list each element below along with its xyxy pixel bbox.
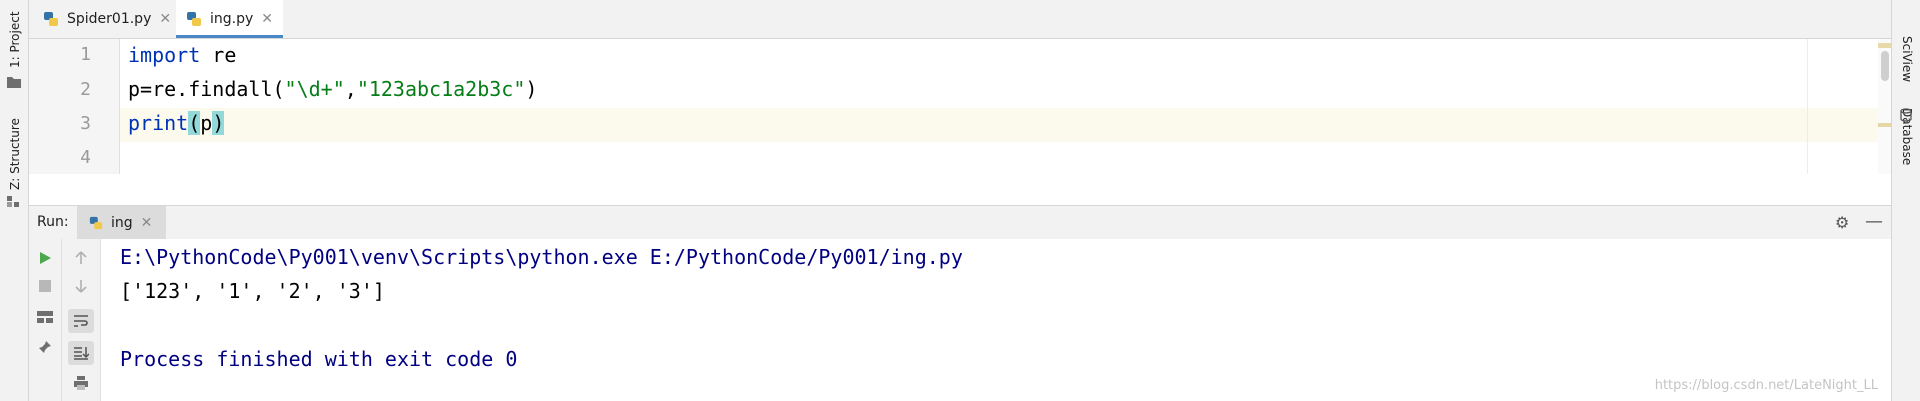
scroll-to-end-button[interactable] [68, 341, 94, 365]
caret-line-marker[interactable] [1878, 123, 1891, 127]
line-number: 4 [80, 147, 91, 168]
string-token: "\d+" [284, 77, 345, 101]
console-command-line: E:\PythonCode\Py001\venv\Scripts\python.… [120, 245, 963, 269]
soft-wrap-button[interactable] [68, 309, 94, 333]
code-token: ) [525, 77, 538, 101]
database-icon[interactable] [1899, 108, 1913, 122]
run-toolbar-secondary [62, 239, 101, 401]
tab-label: Spider01.py [67, 11, 152, 27]
left-tool-strip: 1: Project Z: Structure [0, 0, 29, 401]
current-line-highlight [120, 108, 1891, 142]
close-icon[interactable]: ✕ [261, 11, 273, 27]
project-tool-label: 1: Project [8, 11, 22, 68]
matched-brace: ( [188, 111, 201, 135]
soft-wrap-icon [74, 315, 88, 327]
gear-icon[interactable]: ⚙ [1835, 213, 1849, 232]
code-line-1: import re [128, 43, 236, 67]
code-token: p=re.findall( [128, 77, 285, 101]
run-tab-label: ing [111, 214, 133, 231]
structure-tool-tab[interactable]: Z: Structure [8, 118, 22, 190]
console-output-line: ['123', '1', '2', '3'] [120, 279, 385, 303]
sciview-tool-tab[interactable]: SciView [1900, 36, 1914, 82]
editor-scrollbar[interactable] [1878, 39, 1891, 174]
line-number-gutter: 1 2 3 4 [29, 39, 120, 174]
sciview-tool-label: SciView [1900, 36, 1914, 83]
code-token: p [200, 111, 213, 135]
editor-tab-bar: Spider01.py ✕ ing.py ✕ [29, 0, 1891, 39]
python-file-icon [44, 12, 58, 26]
pin-icon [39, 341, 51, 353]
run-panel-header: Run: ing ✕ ⚙ — [29, 205, 1891, 240]
console-exit-line: Process finished with exit code 0 [120, 347, 518, 371]
scroll-down-button[interactable] [73, 278, 89, 294]
console-output[interactable]: E:\PythonCode\Py001\venv\Scripts\python.… [101, 239, 1891, 401]
layout-button[interactable] [36, 309, 54, 325]
code-token: re [200, 43, 237, 67]
watermark: https://blog.csdn.net/LateNight_LL [1654, 378, 1878, 393]
arrow-down-icon [75, 280, 87, 293]
project-tool-tab[interactable]: 1: Project [8, 11, 22, 68]
minimize-icon[interactable]: — [1865, 211, 1883, 232]
right-tool-strip: SciView Database [1891, 0, 1920, 401]
string-token: "123abc1a2b3c" [356, 77, 526, 101]
inspection-marker[interactable] [1878, 43, 1891, 48]
python-icon [89, 216, 103, 229]
layout-icon [37, 311, 53, 323]
scroll-up-button[interactable] [73, 250, 89, 266]
structure-icon[interactable] [7, 196, 21, 208]
matched-brace: ) [212, 111, 225, 135]
line-number: 3 [80, 113, 91, 134]
close-icon[interactable]: ✕ [141, 215, 153, 231]
run-panel-label: Run: [37, 214, 69, 230]
code-line-3: print(p) [128, 111, 225, 135]
stop-button[interactable] [37, 278, 53, 294]
scroll-to-end-icon [74, 347, 89, 360]
stop-icon [39, 280, 51, 292]
right-margin-guide [1807, 39, 1808, 174]
close-icon[interactable]: ✕ [159, 11, 171, 27]
rerun-button[interactable] [37, 250, 53, 266]
line-number: 2 [80, 79, 91, 100]
keyword-token: import [128, 43, 201, 67]
tab-ing[interactable]: ing.py ✕ [176, 0, 284, 38]
printer-icon [74, 376, 88, 390]
structure-tool-label: Z: Structure [8, 118, 22, 190]
code-token: , [344, 77, 357, 101]
code-editor[interactable]: import re p=re.findall("\d+","123abc1a2b… [120, 39, 1891, 174]
arrow-up-icon [75, 251, 87, 264]
scrollbar-thumb[interactable] [1881, 51, 1889, 81]
run-tab-ing[interactable]: ing ✕ [77, 206, 166, 239]
run-toolbar-primary [29, 239, 62, 401]
play-icon [40, 252, 51, 264]
tab-label: ing.py [210, 11, 254, 27]
builtin-token: print [128, 111, 189, 135]
print-button[interactable] [73, 375, 89, 391]
code-line-2: p=re.findall("\d+","123abc1a2b3c") [128, 77, 537, 101]
folder-icon[interactable] [7, 76, 21, 88]
line-number: 1 [80, 44, 91, 65]
python-file-icon [187, 12, 201, 26]
pin-button[interactable] [37, 339, 53, 355]
tab-spider01[interactable]: Spider01.py ✕ [33, 0, 181, 38]
